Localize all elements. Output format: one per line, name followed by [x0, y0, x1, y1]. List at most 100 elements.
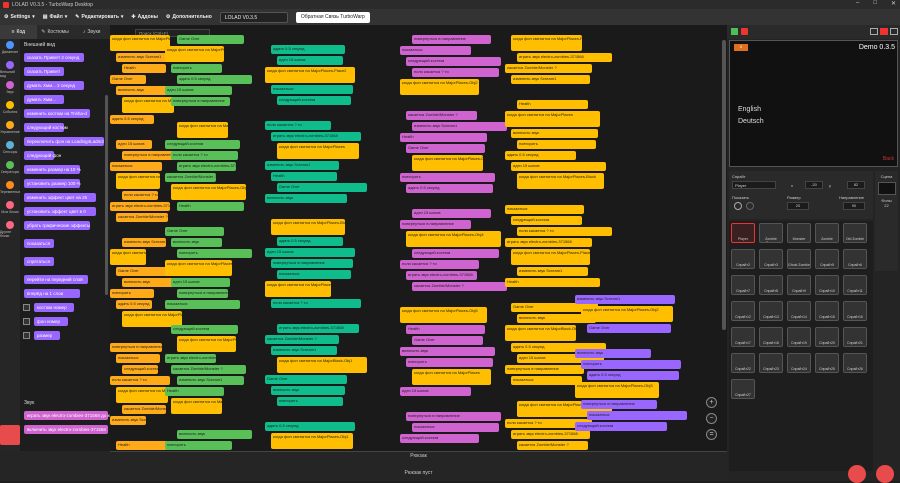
sprite-thumbnail[interactable]: Спрайт13 — [759, 301, 783, 321]
script-block[interactable]: касается Zombie/Monster ? — [406, 111, 477, 120]
script-block[interactable]: повернуться в направление — [110, 343, 162, 352]
sprite-thumbnail[interactable]: Спрайт14 — [787, 301, 811, 321]
script-block[interactable]: Game Over — [412, 336, 483, 345]
size-input[interactable]: 20 — [787, 202, 809, 210]
hide-eye-icon[interactable] — [746, 202, 754, 210]
script-block[interactable]: повернуться в направление — [177, 289, 228, 298]
script-block[interactable]: повторить — [581, 360, 681, 369]
script-block[interactable]: когда фон сменится на MajorPlaces — [171, 398, 222, 414]
category-8[interactable]: Мои блоки — [0, 199, 20, 219]
category-7[interactable]: Переменные — [0, 179, 21, 199]
sprite-thumbnail[interactable]: Спрайт10 — [815, 275, 839, 295]
script-block[interactable]: включить звук — [511, 129, 598, 138]
feedback-button[interactable]: Обратная Связь TurboWarp — [295, 11, 370, 23]
script-area[interactable]: Поиск (Ctrl+F) когда фон сменится на Maj… — [110, 25, 727, 451]
sprite-thumbnail[interactable]: Спрайт27 — [731, 379, 755, 399]
palette-block[interactable]: думать Хмм... 2 секунд — [24, 81, 84, 90]
script-block[interactable]: изменить звук Scream1 — [116, 53, 168, 62]
script-block[interactable]: следующий костюм — [165, 140, 240, 149]
sprite-thumbnail[interactable]: Monster — [787, 223, 811, 243]
sprite-thumbnail[interactable]: Спрайт20 — [815, 327, 839, 347]
script-block[interactable]: идти 15 шагов — [511, 162, 606, 171]
script-block[interactable]: когда фон сменится на MajorPlaces-Place2 — [511, 35, 582, 51]
script-block[interactable]: следующий костюм — [400, 434, 479, 443]
script-block[interactable]: когда фон сменится на MajorBlack-Obj1 — [116, 387, 168, 403]
addons-menu[interactable]: ✚ Аддоны — [131, 14, 158, 20]
sprite-thumbnail[interactable]: Спрайт3 — [759, 249, 783, 269]
script-block[interactable]: когда фон сменится на MajorPlaces — [505, 111, 600, 127]
script-block[interactable]: повернуться в направление — [271, 259, 353, 268]
script-block[interactable]: если касается ? то — [171, 151, 238, 160]
script-block[interactable]: включить звук — [400, 347, 495, 356]
script-block[interactable]: изменить звук Scream1 — [511, 75, 590, 84]
script-block[interactable]: если касается ? то — [271, 299, 361, 308]
script-block[interactable]: показаться — [511, 376, 582, 385]
script-block[interactable]: когда фон сменится на MajorPlaces-Obj1 — [271, 433, 353, 449]
script-block[interactable]: играть звук electro-zombies-371568 — [110, 202, 170, 211]
script-block[interactable]: следующий костюм — [171, 325, 238, 334]
palette-block[interactable]: следующий фон — [24, 151, 61, 160]
category-1[interactable]: Внешний вид — [0, 59, 20, 79]
script-block[interactable]: повернуться в направление — [171, 97, 230, 106]
script-block[interactable]: показаться — [505, 205, 584, 214]
script-block[interactable]: Game Over — [110, 75, 146, 84]
script-block[interactable]: Health — [271, 172, 337, 181]
script-block[interactable]: следующий костюм — [575, 422, 667, 431]
palette-block[interactable]: думать Хмм... — [24, 95, 64, 104]
script-block[interactable]: включить звук — [177, 430, 252, 439]
script-block[interactable]: ждать 0.5 секунд — [116, 300, 152, 309]
script-block[interactable]: показаться — [116, 354, 160, 363]
script-block[interactable]: изменить звук Scream1 — [412, 122, 507, 131]
sprite-thumbnail[interactable]: Спрайт7 — [731, 275, 755, 295]
script-block[interactable]: изменить звук Scream1 — [517, 267, 588, 276]
add-sprite-button[interactable] — [848, 465, 866, 483]
script-block[interactable]: изменить звук Scream1 — [177, 376, 244, 385]
script-block[interactable]: если касается ? то — [122, 191, 158, 200]
sprite-thumbnail[interactable]: Спрайт26 — [843, 353, 867, 373]
x-input[interactable]: -20 — [805, 181, 823, 189]
script-block[interactable]: идти 15 шагов — [165, 86, 232, 95]
add-backdrop-button[interactable] — [876, 465, 894, 483]
script-block[interactable]: когда фон сменится на MajorPlaces-Block — [271, 219, 345, 235]
stage-canvas[interactable]: 0 Demo 0.3.5 English Deutsch Back — [729, 40, 898, 167]
large-stage-icon[interactable] — [880, 28, 888, 35]
script-block[interactable]: ждать 0.5 секунд — [587, 371, 679, 380]
tab-costumes[interactable]: ✎ Костюмы — [37, 25, 74, 39]
palette-block[interactable]: переключить фон на Loading4Ladm2 — [24, 137, 104, 146]
script-block[interactable]: показаться — [400, 46, 471, 55]
maximize-button[interactable]: □ — [873, 0, 877, 7]
script-block[interactable]: идти 15 шагов — [277, 56, 343, 65]
script-block[interactable]: повторить — [171, 64, 222, 73]
palette-block[interactable]: установить эффект цвет в 0 — [24, 207, 96, 216]
script-block[interactable]: изменить звук Scream1 — [575, 295, 675, 304]
sprite-thumbnail[interactable]: Спрайт12 — [731, 301, 755, 321]
script-block[interactable]: Health — [165, 387, 224, 396]
script-block[interactable]: следующий костюм — [277, 96, 351, 105]
script-block[interactable]: Health — [177, 202, 244, 211]
script-block[interactable]: включить звук — [122, 278, 174, 287]
script-block[interactable]: включить звук — [265, 194, 347, 203]
script-block[interactable]: касается Zombie/Monster ? — [171, 365, 246, 374]
script-block[interactable]: если касается ? то — [265, 121, 331, 130]
script-block[interactable]: если касается ? то — [412, 68, 499, 77]
sprite-thumbnail[interactable]: Old Zombie — [843, 223, 867, 243]
script-block[interactable]: идти 15 шагов — [400, 387, 471, 396]
script-block[interactable]: изменить звук Scream1 — [265, 161, 339, 170]
sprite-thumbnail[interactable]: Спрайт2 — [731, 249, 755, 269]
script-block[interactable]: Health — [517, 100, 588, 109]
tab-sounds[interactable]: ♪ Звуки — [73, 25, 110, 39]
palette-scrollbar[interactable] — [105, 95, 108, 295]
script-block[interactable]: идти 15 шагов — [116, 140, 152, 149]
script-block[interactable]: идти 15 шагов — [412, 209, 491, 218]
stop-icon[interactable] — [741, 28, 748, 35]
script-block[interactable]: когда фон сменится на MajorPlaces-Place2 — [265, 67, 355, 83]
direction-input[interactable]: 90 — [843, 202, 865, 210]
script-block[interactable]: Game Over — [587, 324, 671, 333]
sprite-thumbnail[interactable]: Спрайт24 — [787, 353, 811, 373]
palette-block[interactable]: изменить костюм на Trisha-d — [24, 109, 90, 118]
palette-block[interactable]: сказать Привет! 2 секунд — [24, 53, 84, 62]
sprite-thumbnail[interactable]: Спрайт16 — [843, 301, 867, 321]
script-block[interactable]: повторить — [517, 140, 596, 149]
script-block[interactable]: повторить — [400, 173, 495, 182]
script-block[interactable]: следующий костюм — [412, 249, 499, 258]
